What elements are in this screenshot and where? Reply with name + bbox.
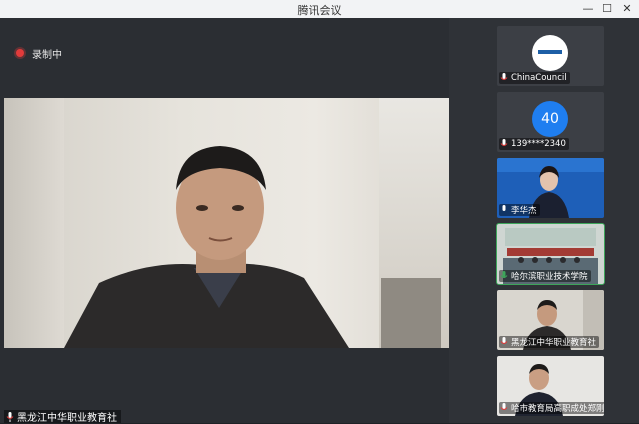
participant-name: ChinaCouncil (511, 73, 567, 83)
microphone-active-icon (500, 271, 508, 278)
microphone-icon (500, 337, 508, 344)
speaker-name: 黑龙江中华职业教育社 (17, 413, 117, 424)
main-video-area: 录制中 黑龙江中华职业教育社 (0, 18, 449, 424)
window-title: 腾讯会议 (297, 4, 342, 17)
participant-name: 哈市教育局高职成处郑刚 (511, 404, 604, 414)
participant-name-tag: 哈尔滨职业技术学院 (499, 270, 591, 282)
participant-name-tag: 李华杰 (499, 204, 540, 216)
recording-dot-icon (16, 49, 24, 57)
speaker-figure (64, 146, 349, 348)
microphone-icon (502, 205, 506, 211)
participant-tile[interactable]: 40 139****2340 (497, 92, 604, 152)
participant-tile-active[interactable]: 哈尔滨职业技术学院 (496, 223, 605, 285)
maximize-button[interactable]: ☐ (597, 1, 617, 16)
microphone-icon (500, 403, 508, 410)
participant-name: 黑龙江中华职业教育社 (511, 338, 597, 348)
microphone-icon (6, 411, 14, 422)
microphone-icon (500, 139, 508, 146)
chinacouncil-logo-icon (532, 35, 568, 71)
speaker-name-tag: 黑龙江中华职业教育社 (4, 410, 121, 424)
minimize-button[interactable]: — (578, 1, 598, 16)
title-bar: 腾讯会议 — ☐ ✕ (0, 0, 639, 19)
participant-name: 139****2340 (511, 139, 566, 149)
participant-name-tag: 哈市教育局高职成处郑刚 (499, 402, 604, 414)
participant-tile[interactable]: 黑龙江中华职业教育社 (497, 290, 604, 350)
main-video-feed[interactable] (4, 98, 449, 348)
microphone-icon (500, 73, 508, 80)
participant-name-tag: 黑龙江中华职业教育社 (499, 336, 600, 348)
participant-tile[interactable]: 李华杰 (497, 158, 604, 218)
participant-name: 哈尔滨职业技术学院 (511, 272, 588, 282)
participant-tile[interactable]: ChinaCouncil (497, 26, 604, 86)
participant-tile[interactable]: 哈市教育局高职成处郑刚 (497, 356, 604, 416)
participant-sidebar: ChinaCouncil 40 139****2340 李华杰 哈尔滨职业技术学… (449, 18, 639, 423)
participant-avatar: 40 (532, 101, 568, 137)
participant-name: 李华杰 (511, 206, 537, 216)
recording-label: 录制中 (32, 49, 62, 61)
participant-name-tag: 139****2340 (499, 138, 569, 150)
recording-indicator: 录制中 (16, 46, 62, 61)
participant-name-tag: ChinaCouncil (499, 72, 570, 84)
close-button[interactable]: ✕ (617, 1, 637, 16)
